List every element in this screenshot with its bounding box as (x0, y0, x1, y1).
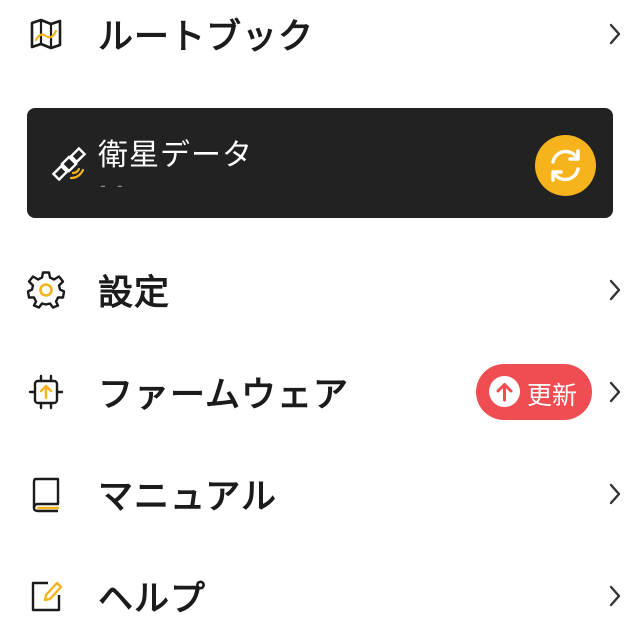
menu-item-help-label: ヘルプ (98, 579, 207, 620)
sync-icon (551, 149, 580, 182)
chevron-right-icon (608, 22, 622, 46)
menu-screen: ルートブック 衛星データ - - 設定 ファームウェア 更新 マニュアル ヘルプ (0, 0, 640, 640)
menu-item-firmware[interactable]: ファームウェア 更新 (0, 350, 640, 434)
gear-icon (26, 270, 66, 310)
chip-icon (26, 372, 66, 412)
map-icon (26, 14, 66, 54)
satellite-data-card: 衛星データ - - (27, 108, 613, 218)
chevron-right-icon (608, 482, 622, 506)
satellite-data-status: - - (100, 176, 126, 195)
arrow-up-icon (489, 376, 520, 407)
update-badge[interactable]: 更新 (476, 364, 592, 420)
update-badge-label: 更新 (527, 381, 578, 410)
menu-item-firmware-label: ファームウェア (98, 375, 349, 416)
menu-item-route-book-label: ルートブック (98, 17, 315, 58)
menu-item-manual-label: マニュアル (98, 477, 277, 518)
menu-item-settings[interactable]: 設定 (0, 248, 640, 332)
edit-icon (26, 576, 66, 616)
menu-item-manual[interactable]: マニュアル (0, 452, 640, 536)
satellite-data-title: 衛星データ (98, 138, 253, 173)
chevron-right-icon (608, 584, 622, 608)
menu-item-help[interactable]: ヘルプ (0, 554, 640, 638)
menu-item-settings-label: 設定 (98, 273, 171, 314)
sync-button[interactable] (535, 135, 596, 196)
menu-item-route-book[interactable]: ルートブック (0, 0, 640, 76)
satellite-icon (49, 144, 89, 184)
book-icon (26, 474, 66, 514)
chevron-right-icon (608, 278, 622, 302)
chevron-right-icon (608, 380, 622, 404)
